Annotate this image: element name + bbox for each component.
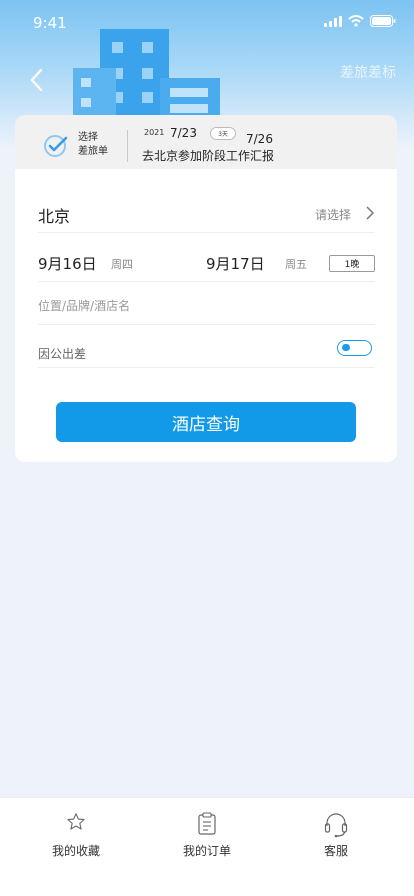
keyword-row — [38, 282, 375, 325]
keyword-input[interactable] — [38, 296, 338, 316]
business-trip-row: 因公出差 — [38, 325, 375, 368]
tab-service[interactable]: 客服 — [286, 812, 386, 862]
choose-trip-label: 选择 差旅单 — [78, 131, 108, 159]
check-circle-icon — [44, 135, 68, 157]
choose-trip-line2: 差旅单 — [78, 146, 108, 157]
status-icons — [324, 15, 396, 27]
tab-favorites-label: 我的收藏 — [51, 844, 100, 858]
tab-orders[interactable]: 我的订单 — [157, 812, 257, 862]
city-name: 北京 — [38, 207, 71, 226]
nights-badge: 1晚 — [329, 255, 375, 272]
business-trip-toggle[interactable] — [337, 340, 372, 356]
checkout-weekday: 周五 — [285, 258, 307, 271]
clipboard-icon — [198, 812, 216, 835]
status-time: 9:41 — [33, 14, 67, 32]
toggle-knob — [342, 344, 350, 351]
signal-icon — [324, 15, 342, 27]
tab-orders-label: 我的订单 — [182, 844, 231, 858]
hotel-search-card: 北京 请选择 9月16日 周四 9月17日 周五 1晚 因公出差 酒店查询 — [15, 169, 397, 462]
trip-end-date: 7/26 — [246, 132, 273, 146]
battery-icon — [370, 15, 396, 27]
home-indicator — [138, 879, 276, 884]
chevron-left-icon — [30, 68, 43, 92]
city-select-hint: 请选择 — [314, 208, 351, 222]
trip-year: 2021 — [144, 128, 165, 137]
business-trip-label: 因公出差 — [38, 347, 87, 361]
checkin-weekday: 周四 — [111, 258, 133, 271]
city-row[interactable]: 北京 请选择 — [38, 192, 375, 233]
tab-favorites[interactable]: 我的收藏 — [26, 812, 126, 862]
status-bar: 9:41 — [0, 0, 414, 44]
back-button[interactable] — [22, 64, 50, 96]
trip-start-date: 7/23 — [170, 126, 197, 140]
travel-policy-link[interactable]: 差旅差标 — [340, 62, 396, 82]
trip-days-badge: 3天 — [210, 127, 236, 140]
trip-selector[interactable]: 选择 差旅单 2021 7/23 3天 7/26 去北京参加阶段工作汇报 — [15, 115, 397, 169]
chevron-right-icon — [366, 206, 375, 220]
checkin-date[interactable]: 9月16日 — [38, 253, 97, 274]
wifi-icon — [348, 15, 364, 27]
star-icon — [67, 813, 85, 830]
checkout-date[interactable]: 9月17日 — [206, 253, 265, 274]
choose-trip-line1: 选择 — [78, 132, 98, 143]
trip-divider — [127, 130, 128, 162]
hotel-search-button[interactable]: 酒店查询 — [56, 402, 356, 442]
trip-title: 去北京参加阶段工作汇报 — [142, 149, 275, 163]
tab-service-label: 客服 — [323, 844, 348, 858]
date-row[interactable]: 9月16日 周四 9月17日 周五 1晚 — [38, 233, 375, 282]
headset-icon — [324, 813, 348, 838]
